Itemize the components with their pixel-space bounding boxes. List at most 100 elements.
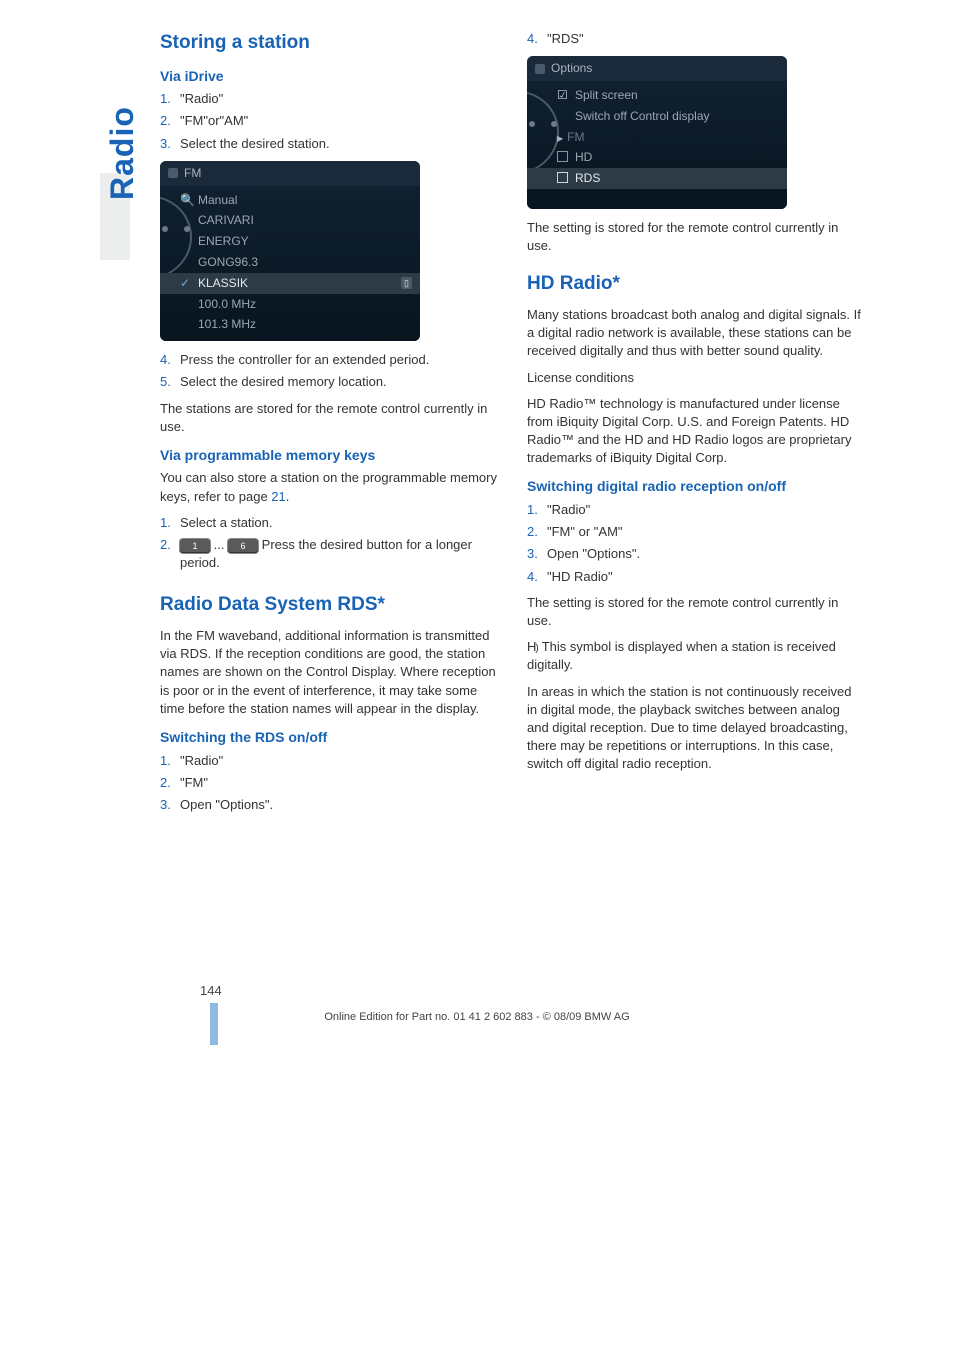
step-text: "FM"or"AM" (180, 112, 497, 130)
step-text: Select the desired station. (180, 135, 497, 153)
step-text: Press the controller for an extended per… (180, 351, 497, 369)
list-item: 2. 1 ... 6 Press the desired button for … (160, 536, 497, 572)
figure-row: 101.3 MHz (160, 314, 420, 335)
antenna-icon (168, 168, 178, 178)
idrive-steps-b: 4.Press the controller for an extended p… (160, 351, 497, 391)
check-icon: ✓ (180, 275, 190, 292)
heading-rds-switch: Switching the RDS on/off (160, 728, 497, 748)
step-number: 1. (160, 752, 180, 770)
step-number: 2. (160, 536, 180, 554)
figure-row-split-screen: ☑ Split screen (527, 85, 787, 106)
figure-header: Options (527, 56, 787, 81)
figure-row: 100.0 MHz (160, 294, 420, 315)
step-text: "RDS" (547, 30, 864, 48)
figure-row-label: Manual (198, 193, 237, 207)
figure-row-fm: ▶ FM (527, 127, 787, 148)
step-number: 4. (527, 30, 547, 48)
figure-row-label: Split screen (575, 88, 638, 102)
figure-row-selected: ✓ KLASSIK ▯ (160, 273, 420, 294)
figure-row-label: 100.0 MHz (198, 297, 256, 311)
heading-hd-switch: Switching digital radio reception on/off (527, 477, 864, 497)
fig2-after: The setting is stored for the remote con… (527, 219, 864, 255)
step-text: Select a station. (180, 514, 497, 532)
heading-storing-a-station: Storing a station (160, 30, 497, 57)
sd-icon: ▯ (401, 277, 412, 290)
triangle-right-icon: ▶ (557, 134, 563, 143)
step-number: 2. (160, 774, 180, 792)
step-number: 3. (160, 135, 180, 153)
list-item: 2."FM" (160, 774, 497, 792)
right-column: 4."RDS" Options ☑Split screen Switch off… (527, 30, 864, 900)
idrive-steps-a: 1."Radio" 2."FM"or"AM" 3.Select the desi… (160, 90, 497, 153)
figure-fm-station-list: FM 🔍Manual CARIVARI ENERGY GONG96.3 ✓ KLA… (160, 161, 420, 341)
rds-steps: 1."Radio" 2."FM" 3.Open "Options". (160, 752, 497, 815)
figure-header-label: Options (551, 60, 592, 77)
figure-row-hd: HD (527, 147, 787, 168)
step-text: Open "Options". (547, 545, 864, 563)
step-text: "FM" or "AM" (547, 523, 864, 541)
step-text: "FM" (180, 774, 497, 792)
hd-steps: 1."Radio" 2."FM" or "AM" 3.Open "Options… (527, 501, 864, 586)
hd-p1: Many stations broadcast both analog and … (527, 306, 864, 361)
step-number: 1. (527, 501, 547, 519)
figure-row-rds-selected: RDS (527, 168, 787, 189)
figure-options-menu: Options ☑ Split screen Switch off Control… (527, 56, 787, 209)
figure-row-label: Switch off Control display (575, 109, 710, 123)
idrive-after-text: The stations are stored for the remote c… (160, 400, 497, 436)
step-text: "Radio" (180, 752, 497, 770)
prog-intro-a: You can also store a station on the prog… (160, 470, 497, 503)
figure-row: Switch off Control display (527, 106, 787, 127)
figure-row: GONG96.3 (160, 252, 420, 273)
checkbox-icon (557, 151, 568, 162)
figure-body: ☑ Split screen Switch off Control display… (527, 81, 787, 209)
magnifier-icon: 🔍 (180, 192, 195, 209)
figure-header-label: FM (184, 165, 201, 182)
heading-rds: Radio Data System RDS* (160, 592, 497, 619)
step-number: 3. (527, 545, 547, 563)
page-reference-link[interactable]: 21 (271, 489, 285, 504)
side-tab: Radio (100, 106, 145, 200)
memory-key-1-icon: 1 (180, 539, 210, 553)
list-item: 4."HD Radio" (527, 568, 864, 586)
list-item: 2."FM"or"AM" (160, 112, 497, 130)
figure-row-label: KLASSIK (198, 275, 248, 292)
list-item: 4."RDS" (527, 30, 864, 48)
hd-icon-line: H)This symbol is displayed when a statio… (527, 638, 864, 674)
rds-step-4: 4."RDS" (527, 30, 864, 48)
checked-box-icon: ☑ (557, 87, 568, 104)
hd-symbol-icon: H) (527, 638, 538, 656)
step-number: 5. (160, 373, 180, 391)
memory-key-6-icon: 6 (228, 539, 258, 553)
figure-row-label: ENERGY (198, 234, 249, 248)
step-number: 4. (527, 568, 547, 586)
ellipsis: ... (210, 537, 228, 552)
list-item: 5.Select the desired memory location. (160, 373, 497, 391)
step-text: "Radio" (180, 90, 497, 108)
footer-text: Online Edition for Part no. 01 41 2 602 … (0, 1010, 954, 1025)
figure-row-label: RDS (575, 170, 600, 187)
step-text: Open "Options". (180, 796, 497, 814)
figure-row-label: GONG96.3 (198, 255, 258, 269)
figure-body: 🔍Manual CARIVARI ENERGY GONG96.3 ✓ KLASSI… (160, 186, 420, 342)
list-item: 4.Press the controller for an extended p… (160, 351, 497, 369)
rds-intro: In the FM waveband, additional informati… (160, 627, 497, 718)
figure-row-label: FM (567, 130, 584, 144)
list-item: 1."Radio" (160, 752, 497, 770)
heading-programmable-keys: Via programmable memory keys (160, 446, 497, 466)
left-column: Storing a station Via iDrive 1."Radio" 2… (160, 30, 497, 900)
page-number: 144 (200, 982, 222, 1000)
list-item: 1."Radio" (160, 90, 497, 108)
prog-steps: 1.Select a station. 2. 1 ... 6 Press the… (160, 514, 497, 573)
figure-row-label: 101.3 MHz (198, 317, 256, 331)
step-number: 4. (160, 351, 180, 369)
step-text: "HD Radio" (547, 568, 864, 586)
heading-via-idrive: Via iDrive (160, 67, 497, 87)
prog-intro: You can also store a station on the prog… (160, 469, 497, 505)
hd-p2: License conditions (527, 369, 864, 387)
content-columns: Storing a station Via iDrive 1."Radio" 2… (160, 30, 864, 900)
figure-row-manual: 🔍Manual (160, 190, 420, 211)
list-item: 3.Open "Options". (527, 545, 864, 563)
gear-icon (535, 64, 545, 74)
figure-row: CARIVARI (160, 210, 420, 231)
figure-row-label: CARIVARI (198, 213, 254, 227)
